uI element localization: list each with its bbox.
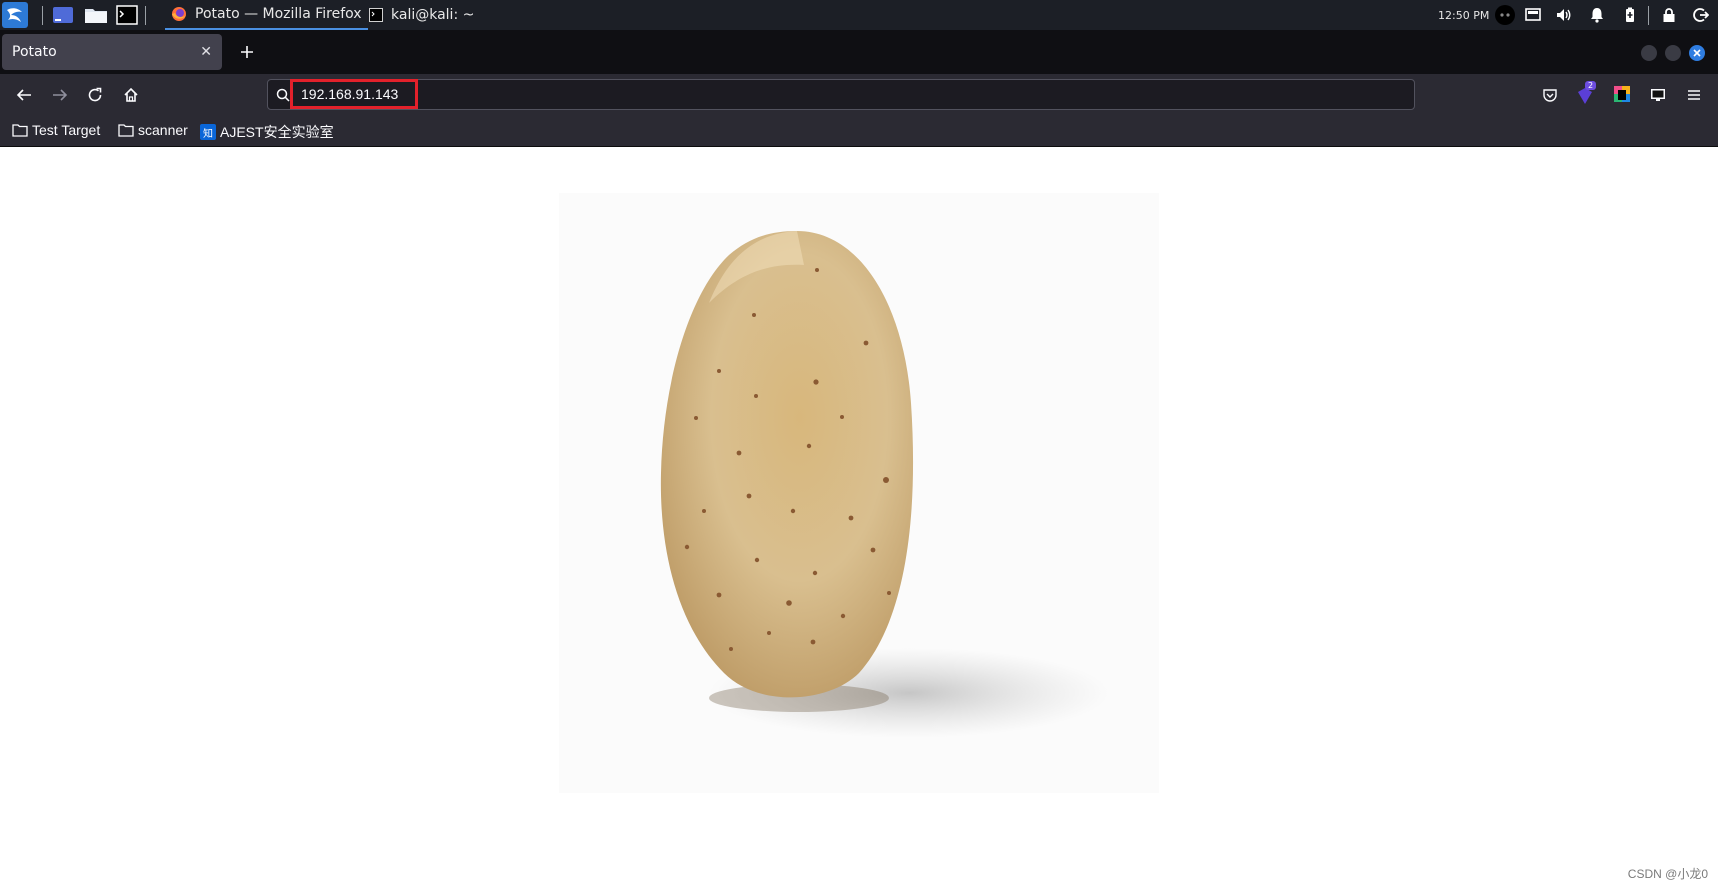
pocket-icon[interactable] xyxy=(1542,87,1558,103)
terminal-launcher[interactable] xyxy=(116,0,138,30)
folder-icon xyxy=(12,124,28,137)
task-label: kali@kali: ~ xyxy=(391,7,475,23)
terminal-icon xyxy=(369,8,383,22)
bookmark-test-target[interactable]: Test Target xyxy=(12,122,100,138)
bookmark-label: AJEST安全实验室 xyxy=(220,124,334,140)
logout-icon[interactable] xyxy=(1693,7,1709,23)
new-tab-button[interactable] xyxy=(234,39,260,65)
workspace-launcher[interactable] xyxy=(52,0,74,30)
screen-icon[interactable] xyxy=(1525,7,1541,23)
extension-badge-count: 2 xyxy=(1585,81,1597,90)
tab-close-icon[interactable]: ✕ xyxy=(200,44,212,60)
bookmarks-toolbar: Test Target scanner 知 AJEST安全实验室 xyxy=(0,116,1718,147)
search-icon xyxy=(276,88,290,102)
potato-illustration xyxy=(660,231,1109,738)
csdn-watermark: CSDN @小龙0 xyxy=(1627,867,1708,881)
bookmark-label: Test Target xyxy=(32,122,101,138)
bookmark-label: scanner xyxy=(138,122,188,138)
browser-tab-strip: Potato ✕ xyxy=(0,30,1718,74)
notification-bell-icon[interactable] xyxy=(1589,7,1605,23)
back-button[interactable] xyxy=(11,82,37,108)
firefox-icon xyxy=(172,7,186,21)
arrow-right-icon xyxy=(53,89,68,101)
navigation-toolbar: 192.168.91.143 2 xyxy=(0,74,1718,116)
clock[interactable]: 12:50 PM xyxy=(1438,0,1489,30)
extension-badge-button[interactable]: 2 xyxy=(1576,81,1598,106)
user-avatar-icon[interactable] xyxy=(1495,5,1515,25)
zhihu-icon: 知 xyxy=(200,124,216,140)
file-manager-launcher[interactable] xyxy=(84,0,108,30)
task-firefox[interactable]: Potato — Mozilla Firefox xyxy=(165,0,368,30)
minimize-button[interactable] xyxy=(1641,45,1657,61)
tab-title: Potato xyxy=(12,44,57,60)
home-icon xyxy=(124,87,138,102)
url-bar[interactable]: 192.168.91.143 xyxy=(267,79,1415,110)
panel-separator xyxy=(1648,6,1649,25)
hamburger-menu-icon[interactable] xyxy=(1686,87,1702,103)
close-window-button[interactable] xyxy=(1689,45,1705,61)
volume-icon[interactable] xyxy=(1556,7,1572,23)
lock-icon[interactable] xyxy=(1661,7,1677,23)
task-label: Potato — Mozilla Firefox xyxy=(195,6,362,22)
tab-potato[interactable]: Potato ✕ xyxy=(2,34,222,70)
battery-icon[interactable] xyxy=(1622,7,1638,23)
page-content: CSDN @小龙0 xyxy=(0,147,1718,888)
system-taskbar: Potato — Mozilla Firefox kali@kali: ~ 12… xyxy=(0,0,1718,30)
arrow-left-icon xyxy=(16,89,31,101)
folder-icon xyxy=(118,124,134,137)
reload-button[interactable] xyxy=(82,82,108,108)
maximize-button[interactable] xyxy=(1665,45,1681,61)
bookmark-scanner[interactable]: scanner xyxy=(118,122,188,138)
desktop-icon xyxy=(53,7,73,23)
close-icon xyxy=(1693,49,1701,57)
task-terminal[interactable]: kali@kali: ~ xyxy=(363,0,480,30)
kali-dragon-icon xyxy=(2,2,28,28)
monitor-extension-icon[interactable] xyxy=(1650,87,1666,103)
terminal-icon xyxy=(116,5,138,25)
folder-icon xyxy=(85,9,107,23)
kali-menu-button[interactable] xyxy=(2,0,28,30)
forward-button[interactable] xyxy=(47,82,73,108)
colorful-extension-icon[interactable] xyxy=(1614,86,1630,102)
panel-separator xyxy=(145,6,146,25)
panel-separator xyxy=(42,6,43,25)
home-button[interactable] xyxy=(118,82,144,108)
plus-icon xyxy=(241,46,253,58)
url-text[interactable]: 192.168.91.143 xyxy=(301,86,398,102)
potato-image xyxy=(559,193,1159,793)
bookmark-ajest[interactable]: 知 AJEST安全实验室 xyxy=(200,122,334,142)
reload-icon xyxy=(88,87,102,102)
